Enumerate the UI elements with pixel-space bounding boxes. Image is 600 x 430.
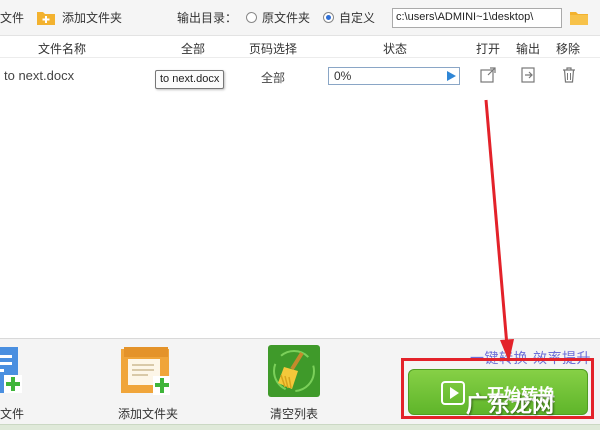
col-output: 输出 <box>516 42 541 56</box>
col-page-select: 页码选择 <box>249 42 298 56</box>
add-folder-big-label[interactable]: 添加文件夹 <box>118 405 178 422</box>
add-file-big-icon[interactable] <box>0 345 26 397</box>
col-all: 全部 <box>181 42 206 56</box>
add-folder-big-icon[interactable] <box>120 345 172 397</box>
file-name: to next.docx <box>4 68 75 83</box>
filename-tooltip: to next.docx <box>155 70 225 89</box>
radio-custom-label[interactable]: 自定义 <box>339 9 375 26</box>
col-remove: 移除 <box>556 42 581 56</box>
radio-custom[interactable] <box>323 12 334 23</box>
clear-list-label[interactable]: 清空列表 <box>270 405 318 422</box>
table-header: 文件名称 全部 页码选择 状态 打开 输出 移除 <box>0 36 600 58</box>
output-path-field[interactable]: c:\users\ADMINI~1\desktop\ <box>392 8 562 28</box>
toolbar: 文件 添加文件夹 输出目录： 原文件夹 自定义 c:\users\ADMINI~… <box>0 0 600 36</box>
add-file-big-label[interactable]: 文件 <box>0 405 24 422</box>
radio-original-label[interactable]: 原文件夹 <box>262 9 310 26</box>
radio-original-folder[interactable] <box>246 12 257 23</box>
watermark-text: 广东龙网 <box>466 393 555 418</box>
output-dir-label: 输出目录： <box>177 11 238 25</box>
trash-icon[interactable] <box>560 66 578 84</box>
open-external-icon[interactable] <box>479 66 497 84</box>
col-open: 打开 <box>476 42 501 56</box>
col-status: 状态 <box>383 42 408 56</box>
page-selection[interactable]: 全部 <box>261 69 285 86</box>
browse-folder-icon[interactable] <box>570 10 588 25</box>
add-folder-button[interactable]: 添加文件夹 <box>62 9 122 26</box>
status-progress-bar: 0% <box>328 67 460 85</box>
table-row[interactable]: to next.docx to next.docx 全部 0% <box>0 58 600 96</box>
play-icon[interactable] <box>447 71 456 81</box>
add-file-button[interactable]: 文件 <box>0 9 24 26</box>
col-filename: 文件名称 <box>38 42 87 56</box>
status-strip <box>0 424 600 430</box>
add-folder-icon[interactable] <box>36 9 56 26</box>
broom-icon[interactable] <box>268 345 320 397</box>
progress-text: 0% <box>334 69 352 83</box>
file-list-area <box>0 96 600 338</box>
output-export-icon[interactable] <box>519 66 537 84</box>
